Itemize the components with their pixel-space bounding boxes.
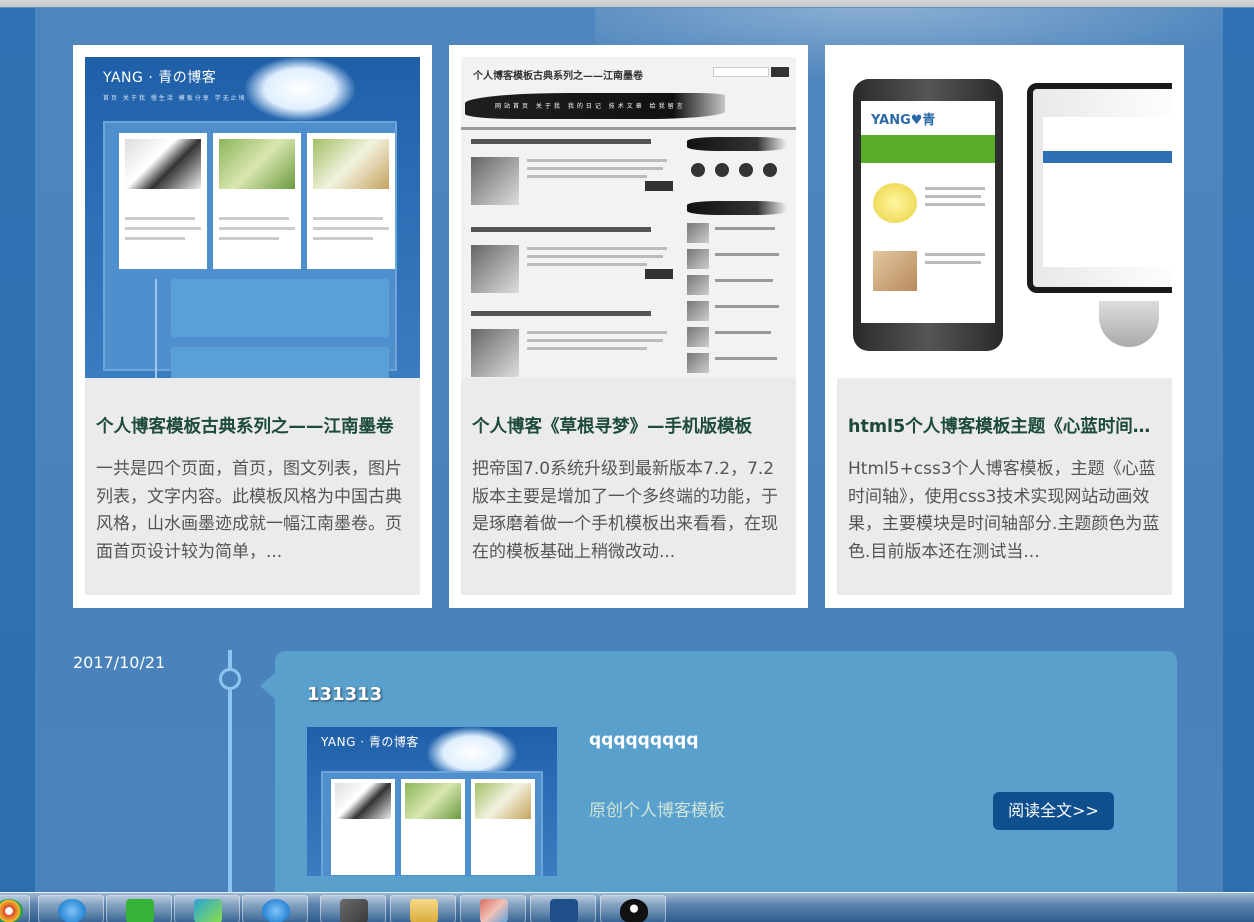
- taskbar-media-player-button[interactable]: [174, 895, 240, 922]
- thumbnail-post: [471, 139, 679, 229]
- heart-cloud-image: [245, 57, 355, 121]
- thumbnail-timeline-box: [171, 347, 389, 378]
- thumbnail-mini-card: [401, 779, 465, 875]
- ie-icon: [262, 899, 290, 922]
- timeline-post-description: 原创个人博客模板: [589, 801, 725, 821]
- template-thumbnail[interactable]: 个人博客模板古典系列之——江南墨卷 网站首页 关于我 我的日记 技术文章 给我留…: [461, 57, 796, 378]
- qq-icon: [620, 899, 648, 922]
- thumbnail-timeline-box: [171, 279, 389, 337]
- thumbnail-mini-card: [331, 779, 395, 875]
- mp-icon: [550, 899, 578, 922]
- monitor-screen: [1043, 117, 1172, 267]
- taskbar-qq-button[interactable]: [600, 895, 666, 922]
- windows-taskbar: [0, 892, 1254, 922]
- monitor-screen-nav: [1043, 151, 1172, 163]
- sublime-icon: [340, 899, 368, 922]
- template-thumbnail[interactable]: YANG♥青: [837, 57, 1172, 378]
- thumbnail-timeline: [155, 279, 157, 378]
- taskbar-ie-button[interactable]: [38, 895, 104, 922]
- timeline-date: 2017/10/21: [73, 653, 166, 672]
- thumbnail-mini-card: [471, 779, 535, 875]
- thumbnail-sidebar: [687, 137, 791, 377]
- ie-icon: [58, 899, 86, 922]
- thumbnail-search-button: [771, 67, 789, 77]
- iqiyi-icon: [126, 899, 154, 922]
- thumbnail-search: [713, 67, 769, 77]
- phone-screen-nav: [861, 135, 995, 163]
- taskbar-paint-button[interactable]: [460, 895, 526, 922]
- thumbnail-mini-card: [119, 133, 207, 269]
- template-card-inner: YANG · 青の博客 首页 关于我 慢生活 模板分享 学无止境 个人博客模板古…: [85, 57, 420, 595]
- taskbar-explorer-button[interactable]: [390, 895, 456, 922]
- thumbnail-mini-card: [213, 133, 301, 269]
- taskbar-iqiyi-button[interactable]: [106, 895, 172, 922]
- template-card[interactable]: YANG♥青 html5个人博客模板主题《心蓝时间轴》 Html5+css3个人…: [825, 45, 1184, 608]
- template-card-title[interactable]: html5个人博客模板主题《心蓝时间轴》: [848, 413, 1166, 438]
- timeline-post-title[interactable]: 131313: [307, 684, 382, 705]
- thumbnail-nav: 网站首页 关于我 我的日记 技术文章 给我留言: [495, 103, 686, 110]
- phone-logo: YANG♥青: [871, 113, 936, 128]
- taskbar-sublime-button[interactable]: [320, 895, 386, 922]
- thumbnail-logo: YANG · 青の博客: [103, 70, 217, 86]
- thumbnail-post: [471, 311, 679, 378]
- template-card-inner: 个人博客模板古典系列之——江南墨卷 网站首页 关于我 我的日记 技术文章 给我留…: [461, 57, 796, 595]
- thumbnail-mini-card: [307, 133, 395, 269]
- template-card-description: 一共是四个页面，首页，图文列表，图片列表，文字内容。此模板风格为中国古典风格，山…: [96, 459, 402, 562]
- template-card-description: Html5+css3个人博客模板，主题《心蓝时间轴》，使用css3技术实现网站动…: [848, 459, 1160, 562]
- timeline-box-arrow: [260, 672, 276, 700]
- thumbnail-logo: YANG · 青の博客: [321, 735, 419, 749]
- template-card[interactable]: 个人博客模板古典系列之——江南墨卷 网站首页 关于我 我的日记 技术文章 给我留…: [449, 45, 808, 608]
- thumbnail-title: 个人博客模板古典系列之——江南墨卷: [473, 71, 643, 82]
- template-card[interactable]: YANG · 青の博客 首页 关于我 慢生活 模板分享 学无止境 个人博客模板古…: [73, 45, 432, 608]
- monitor-stand: [1099, 301, 1159, 347]
- folder-icon: [410, 899, 438, 922]
- template-card-title[interactable]: 个人博客《草根寻梦》—手机版模板: [472, 413, 790, 438]
- timeline-post-thumbnail[interactable]: YANG · 青の博客: [307, 727, 557, 876]
- template-card-description: 把帝国7.0系统升级到最新版本7.2，7.2版本主要是增加了一个多终端的功能，于…: [472, 459, 778, 562]
- template-thumbnail[interactable]: YANG · 青の博客 首页 关于我 慢生活 模板分享 学无止境: [85, 57, 420, 378]
- template-card-title[interactable]: 个人博客模板古典系列之——江南墨卷: [96, 413, 414, 438]
- thumbnail-divider: [461, 127, 796, 130]
- browser-frame-edge: [0, 0, 1254, 8]
- chrome-icon: [0, 899, 23, 922]
- thumbnail-nav: 首页 关于我 慢生活 模板分享 学无止境: [103, 95, 247, 102]
- paint-icon: [480, 899, 508, 922]
- taskbar-ie-button[interactable]: [242, 895, 308, 922]
- timeline-post-subtitle[interactable]: qqqqqqqqq: [589, 730, 699, 750]
- template-card-inner: YANG♥青 html5个人博客模板主题《心蓝时间轴》 Html5+css3个人…: [837, 57, 1172, 595]
- thumbnail-post: [471, 227, 679, 317]
- taskbar-chrome-button[interactable]: [0, 895, 30, 922]
- media-player-icon: [194, 899, 222, 922]
- taskbar-mp-button[interactable]: [530, 895, 596, 922]
- read-more-button[interactable]: 阅读全文>>: [993, 792, 1114, 830]
- timeline-dot: [219, 668, 241, 690]
